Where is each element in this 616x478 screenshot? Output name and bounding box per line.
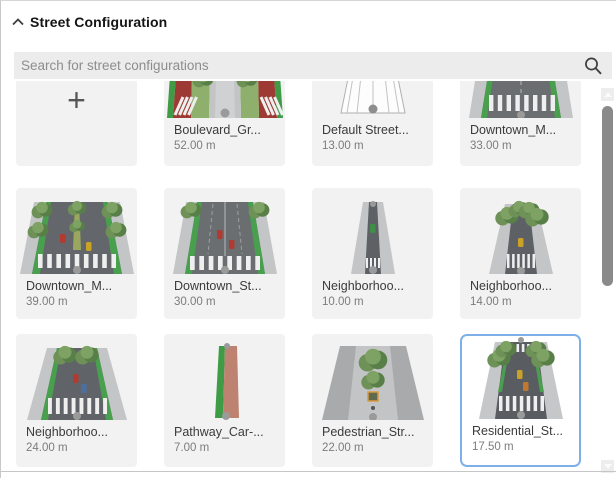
tile-name: Downtown_M...	[26, 279, 113, 293]
search-icon[interactable]	[582, 55, 604, 77]
grid-row: Downtown_M... 39.00 m Downtown_St... 30.00 …	[16, 188, 601, 319]
street-config-tile-downtown33[interactable]: Downtown_M... 33.00 m	[460, 81, 581, 166]
scrollbar-thumb[interactable]	[602, 106, 613, 286]
grid-row: + Boulevard_Gr... 52.00 m Default Street...…	[16, 81, 601, 166]
tile-name: Pathway_Car-...	[174, 425, 264, 439]
tile-width: 13.00 m	[322, 140, 364, 152]
tile-name: Default Street...	[322, 123, 409, 137]
section-header: Street Configuration	[1, 11, 167, 33]
bottom-separator	[1, 471, 616, 472]
street-thumbnail	[16, 334, 137, 420]
tile-name: Pedestrian_Str...	[322, 425, 415, 439]
collapse-chevron-up-icon[interactable]	[11, 15, 25, 29]
tile-name: Neighborhoo...	[322, 279, 405, 293]
street-thumbnail	[460, 81, 581, 118]
search-input[interactable]	[14, 58, 582, 73]
street-thumbnail	[312, 81, 433, 118]
street-config-tile-downtown39[interactable]: Downtown_M... 39.00 m	[16, 188, 137, 319]
tile-name: Boulevard_Gr...	[174, 123, 261, 137]
street-thumbnail	[462, 336, 579, 419]
street-config-tile-green24[interactable]: Neighborhoo... 24.00 m	[16, 334, 137, 467]
tile-width: 7.00 m	[174, 442, 210, 454]
search-box	[14, 52, 612, 79]
tile-name: Neighborhoo...	[26, 425, 109, 439]
grid-row: Neighborhoo... 24.00 m Pathway_Car-... 7.00…	[16, 334, 601, 467]
tile-width: 10.00 m	[322, 296, 364, 308]
street-config-tile-boulevard[interactable]: Boulevard_Gr... 52.00 m	[164, 81, 285, 166]
street-config-tile-wireframe[interactable]: Default Street... 13.00 m	[312, 81, 433, 166]
street-thumbnail	[16, 188, 137, 274]
tile-name: Residential_St...	[472, 424, 564, 438]
street-thumbnail	[164, 334, 285, 420]
street-config-tile-pedestrian22[interactable]: Pedestrian_Str... 22.00 m	[312, 334, 433, 467]
street-configuration-panel: Street Configuration + Boulevard_Gr... 52.…	[0, 0, 616, 478]
street-thumbnail	[312, 334, 433, 420]
tile-width: 33.00 m	[470, 140, 512, 152]
tile-width: 30.00 m	[174, 296, 216, 308]
street-thumbnail	[312, 188, 433, 274]
tile-width: 22.00 m	[322, 442, 364, 454]
street-thumbnail	[164, 81, 285, 118]
tile-width: 24.00 m	[26, 442, 68, 454]
street-thumbnail	[164, 188, 285, 274]
tile-width: 17.50 m	[472, 441, 514, 453]
street-config-grid: + Boulevard_Gr... 52.00 m Default Street...…	[1, 81, 601, 472]
plus-icon: +	[67, 82, 86, 118]
tile-name: Neighborhoo...	[470, 279, 553, 293]
street-thumbnail	[460, 188, 581, 274]
street-config-tile-downtown30[interactable]: Downtown_St... 30.00 m	[164, 188, 285, 319]
add-street-configuration-tile[interactable]: +	[16, 81, 137, 166]
tile-width: 52.00 m	[174, 140, 216, 152]
section-title: Street Configuration	[30, 14, 168, 30]
street-config-tile-pathway7[interactable]: Pathway_Car-... 7.00 m	[164, 334, 285, 467]
street-config-tile-narrow10[interactable]: Neighborhoo... 10.00 m	[312, 188, 433, 319]
tile-name: Downtown_M...	[470, 123, 557, 137]
scroll-up-button[interactable]	[601, 88, 614, 101]
tile-width: 39.00 m	[26, 296, 68, 308]
street-config-tile-residential17[interactable]: Residential_St... 17.50 m	[460, 334, 581, 467]
tile-name: Downtown_St...	[174, 279, 262, 293]
tile-width: 14.00 m	[470, 296, 512, 308]
street-config-tile-trees14[interactable]: Neighborhoo... 14.00 m	[460, 188, 581, 319]
